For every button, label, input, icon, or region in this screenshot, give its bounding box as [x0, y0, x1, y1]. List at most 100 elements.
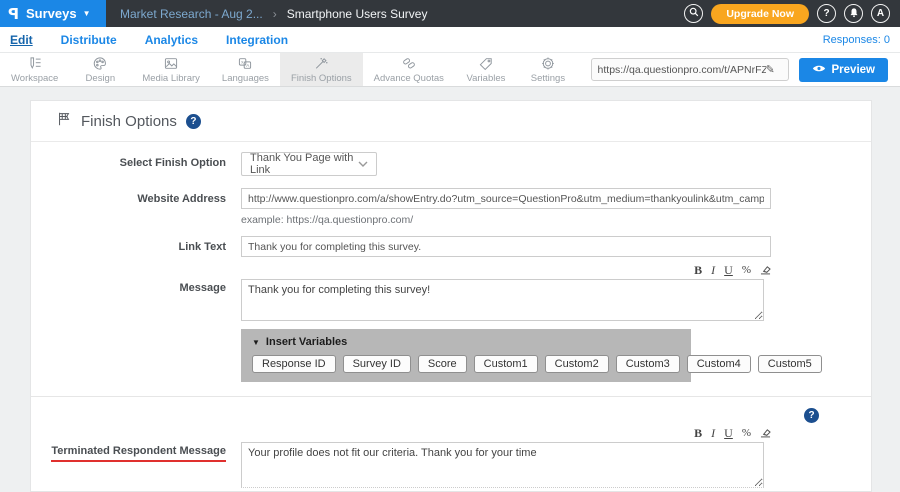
search-icon — [689, 7, 699, 20]
website-address-input[interactable] — [241, 188, 771, 209]
link-text-label: Link Text — [31, 236, 241, 257]
breadcrumb: Market Research - Aug 2... › Smartphone … — [120, 7, 427, 21]
chevron-right-icon: › — [273, 7, 277, 21]
bold-button[interactable]: B — [694, 428, 702, 439]
chain-link-icon — [401, 56, 417, 71]
finish-flag-icon — [56, 111, 72, 132]
insert-variables-toggle[interactable]: ▼ Insert Variables — [252, 336, 680, 348]
variable-button-score[interactable]: Score — [418, 355, 467, 373]
insert-variables-title: Insert Variables — [266, 336, 347, 348]
toolbar-item-label: Advance Quotas — [374, 73, 444, 84]
edit-url-icon[interactable]: ✎ — [766, 63, 775, 76]
variable-button-custom2[interactable]: Custom2 — [545, 355, 609, 373]
bell-icon — [849, 7, 859, 21]
nav-tab-analytics[interactable]: Analytics — [145, 33, 198, 47]
triangle-down-icon: ▼ — [252, 338, 260, 347]
italic-button[interactable]: I — [711, 428, 715, 439]
chevron-down-icon: ▼ — [83, 9, 91, 18]
workspace-icon — [27, 56, 43, 71]
breadcrumb-folder[interactable]: Market Research - Aug 2... — [120, 7, 263, 21]
link-icon[interactable]: % — [742, 265, 751, 276]
variable-button-custom5[interactable]: Custom5 — [758, 355, 822, 373]
message-label: Message — [31, 264, 241, 382]
toolbar-item-design[interactable]: Design — [69, 53, 131, 86]
chevron-down-icon — [358, 158, 368, 170]
responses-count[interactable]: Responses: 0 — [823, 34, 890, 46]
toolbar-item-label: Design — [86, 73, 116, 84]
nav-tab-integration[interactable]: Integration — [226, 33, 288, 47]
search-button[interactable] — [684, 4, 703, 23]
message-textarea[interactable]: Thank you for completing this survey! — [241, 279, 764, 321]
toolbar-item-label: Media Library — [142, 73, 200, 84]
finish-option-select[interactable]: Thank You Page with Link — [241, 152, 377, 176]
image-icon — [163, 56, 179, 71]
toolbar-item-label: Settings — [531, 73, 565, 84]
nav-tab-distribute[interactable]: Distribute — [61, 33, 117, 47]
terminated-message-textarea[interactable]: Your profile does not fit our criteria. … — [241, 442, 764, 488]
toolbar-item-media-library[interactable]: Media Library — [131, 53, 211, 86]
underline-button[interactable]: U — [724, 265, 733, 276]
magic-wand-icon — [313, 56, 329, 71]
preview-button[interactable]: Preview — [799, 58, 888, 82]
upgrade-now-button[interactable]: Upgrade Now — [711, 4, 809, 24]
survey-url-box: ✎ — [591, 58, 789, 81]
toolbar-item-label: Workspace — [11, 73, 58, 84]
finish-option-selected-value: Thank You Page with Link — [250, 152, 358, 176]
insert-variables-buttons: Response ID Survey ID Score Custom1 Cust… — [252, 355, 680, 373]
notifications-button[interactable] — [844, 4, 863, 23]
toolbar-item-workspace[interactable]: Workspace — [0, 53, 69, 86]
italic-button[interactable]: I — [711, 265, 715, 276]
insert-variables-panel: ▼ Insert Variables Response ID Survey ID… — [241, 329, 691, 382]
topbar-actions: Upgrade Now ? A — [684, 4, 900, 24]
message-editor-toolbar: B I U % — [241, 264, 771, 277]
underline-button[interactable]: U — [724, 428, 733, 439]
card-header: Finish Options ? — [31, 101, 871, 142]
page-content: Finish Options ? Select Finish Option Th… — [0, 87, 900, 492]
variable-button-response-id[interactable]: Response ID — [252, 355, 336, 373]
toolbar-item-label: Languages — [222, 73, 269, 84]
toolbar-item-label: Finish Options — [291, 73, 352, 84]
nav-tab-edit[interactable]: Edit — [10, 33, 33, 47]
terminated-section-help-button[interactable]: ? — [804, 408, 819, 423]
breadcrumb-survey-name: Smartphone Users Survey — [287, 7, 428, 21]
product-name: Surveys — [26, 6, 77, 21]
avatar[interactable]: A — [871, 4, 890, 23]
finish-options-help-button[interactable]: ? — [186, 114, 201, 129]
remove-format-icon[interactable] — [760, 428, 771, 440]
finish-options-form: Select Finish Option Thank You Page with… — [31, 142, 871, 492]
toolbar-item-variables[interactable]: Variables — [455, 53, 517, 86]
terminated-editor-toolbar: B I U % — [241, 427, 771, 440]
product-switcher[interactable]: P Surveys ▼ — [0, 0, 106, 27]
terminated-message-label-text: Terminated Respondent Message — [51, 445, 226, 462]
gear-icon — [540, 56, 556, 71]
remove-format-icon[interactable] — [760, 265, 771, 277]
tag-icon — [478, 56, 494, 71]
link-icon[interactable]: % — [742, 428, 751, 439]
finish-options-card: Finish Options ? Select Finish Option Th… — [30, 100, 872, 492]
main-nav: Edit Distribute Analytics Integration Re… — [0, 27, 900, 53]
preview-label: Preview — [832, 64, 875, 76]
website-address-hint: example: https://qa.questionpro.com/ — [241, 214, 871, 226]
toolbar-item-label: Variables — [466, 73, 505, 84]
toolbar-item-advance-quotas[interactable]: Advance Quotas — [363, 53, 455, 86]
bold-button[interactable]: B — [694, 265, 702, 276]
help-button[interactable]: ? — [817, 4, 836, 23]
toolbar-item-finish-options[interactable]: Finish Options — [280, 53, 363, 86]
variable-button-survey-id[interactable]: Survey ID — [343, 355, 411, 373]
variable-button-custom1[interactable]: Custom1 — [474, 355, 538, 373]
terminated-message-label: Terminated Respondent Message — [31, 427, 241, 492]
top-bar: P Surveys ▼ Market Research - Aug 2... ›… — [0, 0, 900, 27]
toolbar-item-settings[interactable]: Settings — [517, 53, 579, 86]
survey-url-input[interactable] — [598, 64, 766, 76]
palette-icon — [92, 56, 108, 71]
edit-toolbar: Workspace Design Media Library xA Langua… — [0, 53, 900, 87]
translate-icon: xA — [237, 56, 253, 71]
page-title: Finish Options — [81, 113, 177, 130]
variable-button-custom3[interactable]: Custom3 — [616, 355, 680, 373]
questionpro-logo-icon: P — [8, 5, 19, 23]
toolbar-item-languages[interactable]: xA Languages — [211, 53, 280, 86]
select-finish-option-label: Select Finish Option — [31, 152, 241, 176]
variable-button-custom4[interactable]: Custom4 — [687, 355, 751, 373]
link-text-input[interactable] — [241, 236, 771, 257]
eye-icon — [812, 64, 826, 76]
